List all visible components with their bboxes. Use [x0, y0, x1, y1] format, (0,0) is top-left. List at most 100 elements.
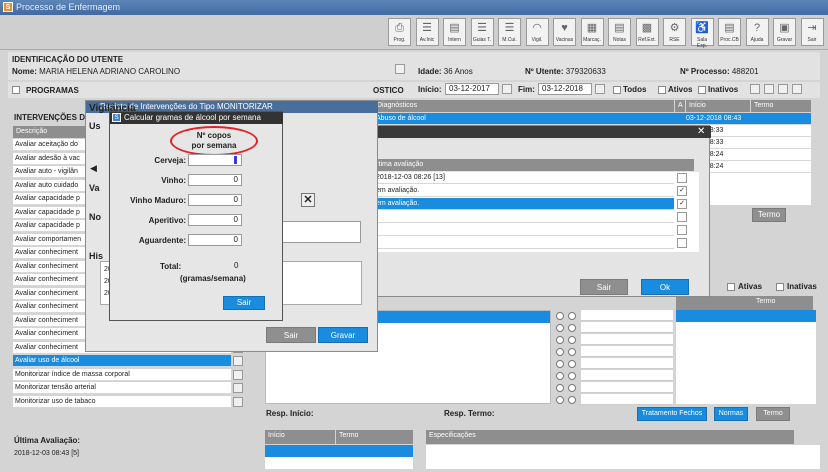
avaliacao-row[interactable]: em avaliação.: [374, 198, 674, 210]
edit-icon[interactable]: [233, 396, 243, 407]
alcohol-field-input[interactable]: 0: [188, 214, 242, 226]
intervention-row[interactable]: Avaliar uso de álcool: [13, 355, 231, 367]
toolbar-button[interactable]: ☰ Guias T.: [470, 18, 494, 46]
avaliacao-row[interactable]: [374, 211, 674, 223]
radio-option[interactable]: [568, 360, 576, 368]
edit-icon[interactable]: [233, 356, 243, 366]
avaliacao-ok-button[interactable]: Ok: [641, 279, 689, 295]
patient-card-icon[interactable]: [395, 64, 405, 74]
intervention-row[interactable]: Monitorizar índice de massa corporal: [13, 368, 231, 381]
toolbar-button[interactable]: ▩ Ref.Ext.: [635, 18, 659, 46]
ativos-checkbox[interactable]: [658, 86, 666, 94]
avaliacao-row[interactable]: [374, 237, 674, 249]
radio-option[interactable]: [556, 336, 564, 344]
termo-button[interactable]: Termo: [752, 208, 786, 222]
radio-option[interactable]: [556, 360, 564, 368]
radio-option[interactable]: [568, 336, 576, 344]
radio-option[interactable]: [556, 324, 564, 332]
close-icon[interactable]: ✕: [697, 127, 705, 137]
col-a: A: [675, 100, 685, 112]
edit-icon[interactable]: [233, 369, 243, 380]
resp-termo-button[interactable]: Termo: [756, 407, 790, 421]
edit-icon[interactable]: [750, 84, 760, 94]
avaliacao-row[interactable]: em avaliação.: [374, 185, 674, 197]
inativas-checkbox[interactable]: [776, 283, 784, 291]
radio-option[interactable]: [568, 396, 576, 404]
bottom-row[interactable]: [265, 457, 413, 469]
toolbar-button[interactable]: ▦ Marcaç.: [580, 18, 604, 46]
normas-button[interactable]: Normas: [714, 407, 748, 421]
fim-date-field[interactable]: 03-12-2018: [538, 83, 592, 95]
toolbar-button[interactable]: ♿ Sala Esp.: [690, 18, 714, 49]
avaliacao-checkbox[interactable]: [677, 212, 687, 222]
inicio-date-field[interactable]: 03-12-2017: [445, 83, 499, 95]
resp-right-selected-row[interactable]: [676, 310, 816, 322]
alcohol-field-input[interactable]: 0: [188, 174, 242, 186]
dropdown-cell[interactable]: [581, 322, 673, 333]
radio-option[interactable]: [568, 312, 576, 320]
avaliacao-sair-button[interactable]: Sair: [580, 279, 628, 295]
toolbar-button[interactable]: ♥ Vacinas: [553, 18, 576, 46]
edit-icon[interactable]: [233, 383, 243, 393]
toolbar-button[interactable]: ☰ M.Cui.: [498, 18, 521, 46]
inativos-checkbox[interactable]: [698, 86, 706, 94]
alcohol-field-input[interactable]: 0: [188, 194, 242, 206]
add-icon[interactable]: [764, 84, 774, 94]
avaliacao-checkbox[interactable]: [677, 238, 687, 248]
toolbar-button[interactable]: ▣ Gravar: [773, 18, 796, 46]
avaliacao-checkbox[interactable]: ✓: [677, 186, 687, 196]
intervention-row[interactable]: Monitorizar uso de tabaco: [13, 395, 231, 408]
alcohol-sair-button[interactable]: Sair: [223, 296, 265, 310]
radio-option[interactable]: [568, 348, 576, 356]
doc-icon[interactable]: [792, 84, 802, 94]
toolbar-button[interactable]: ☰ Av.Inic: [415, 18, 439, 46]
avaliacao-checkbox[interactable]: [677, 173, 687, 183]
col-diagnosticos: Diagnósticos: [374, 100, 674, 112]
delete-icon[interactable]: [778, 84, 788, 94]
clear-icon[interactable]: ✕: [301, 193, 315, 207]
registo-gravar-button[interactable]: Gravar: [318, 327, 368, 343]
radio-option[interactable]: [556, 384, 564, 392]
dropdown-cell[interactable]: [581, 370, 673, 381]
dropdown-cell[interactable]: [581, 382, 673, 393]
toolbar-button[interactable]: ▤ Intern: [443, 18, 466, 46]
dropdown-cell[interactable]: [581, 310, 673, 321]
radio-option[interactable]: [568, 384, 576, 392]
toolbar-button[interactable]: ▤ Proc.CB: [718, 18, 741, 46]
diagnostic-row[interactable]: Abuso de álcool 03-12-2018 08:43: [374, 113, 811, 125]
tratamento-button[interactable]: Tratamento Fechos: [637, 407, 707, 421]
dropdown-cell[interactable]: [581, 346, 673, 357]
radio-option[interactable]: [556, 372, 564, 380]
avaliacao-row[interactable]: [374, 224, 674, 236]
dropdown-cell[interactable]: [581, 394, 673, 405]
radio-option[interactable]: [568, 372, 576, 380]
radio-option[interactable]: [556, 348, 564, 356]
avaliacao-checkbox[interactable]: [677, 225, 687, 235]
toolbar-button[interactable]: ⚙ RSE: [663, 18, 686, 46]
especificacoes-area[interactable]: [426, 445, 820, 469]
toolbar-button[interactable]: ▤ Notas: [608, 18, 631, 46]
registo-sair-button[interactable]: Sair: [266, 327, 316, 343]
inicio-calendar-icon[interactable]: [502, 84, 512, 94]
alcohol-field-input[interactable]: 0: [188, 234, 242, 246]
todos-checkbox[interactable]: [613, 86, 621, 94]
toolbar-button[interactable]: ⇥ Sair: [800, 18, 824, 46]
avaliacao-row[interactable]: 2018-12-03 08:26 [13]: [374, 172, 674, 184]
intervention-row[interactable]: Monitorizar tensão arterial: [13, 382, 231, 394]
bottom-selected-row[interactable]: [265, 445, 413, 457]
dropdown-cell[interactable]: [581, 358, 673, 369]
avaliacao-checkbox[interactable]: ✓: [677, 199, 687, 209]
ativas-checkbox[interactable]: [727, 283, 735, 291]
radio-option[interactable]: [556, 396, 564, 404]
radio-option[interactable]: [556, 312, 564, 320]
toolbar-button-label: RSE: [669, 37, 680, 43]
dropdown-cell[interactable]: [581, 334, 673, 345]
radio-option[interactable]: [568, 324, 576, 332]
toolbar-button[interactable]: ? Ajuda: [745, 18, 769, 46]
fim-calendar-icon[interactable]: [595, 84, 605, 94]
arrow-left-icon[interactable]: ◀: [90, 163, 100, 173]
toolbar-button[interactable]: ⎙ Prog.: [388, 18, 411, 46]
programs-checkbox[interactable]: [12, 86, 20, 94]
toolbar-button[interactable]: ◠ Vigil.: [525, 18, 549, 46]
patient-utente: 379320633: [565, 67, 606, 76]
